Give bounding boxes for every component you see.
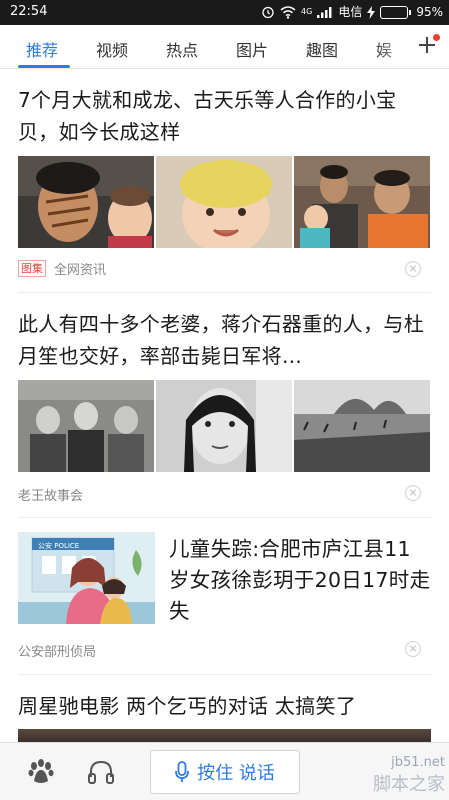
article-headline[interactable]: 儿童失踪:合肥市庐江县11岁女孩徐彭玥于20日17时走失 [169,534,431,627]
article-headline[interactable]: 7个月大就和成龙、古天乐等人合作的小宝贝，如今长成这样 [18,84,431,148]
active-tab-indicator [18,65,70,68]
article-image [18,729,431,742]
feed-divider [18,674,431,675]
baidu-paw-icon[interactable] [26,757,56,787]
gallery-tag: 图集 [18,260,46,277]
article-image: 公安 POLICE [18,532,155,624]
wifi-icon [280,5,296,19]
article-headline[interactable]: 此人有四十多个老婆，蒋介石器重的人，与杜月笙也交好，率部击毙日军将… [18,308,431,372]
watermark: jb51.net 脚本之家 [373,755,445,796]
article-image [18,380,154,472]
feed-item[interactable]: 周星驰电影 两个乞丐的对话 太搞笑了 [18,690,431,722]
article-source: 全网资讯 [54,263,107,278]
article-meta: 老王故事会 [18,485,83,504]
tab-recommend[interactable]: 推荐 [26,37,58,61]
article-image-row [18,380,431,472]
alarm-icon [262,6,274,19]
article-source: 公安部刑侦局 [18,645,97,660]
police-sign-text: 公安 POLICE [38,541,79,550]
push-to-talk-button[interactable]: 按住 说话 [150,750,300,794]
article-meta: 公安部刑侦局 [18,641,96,660]
push-to-talk-label: 按住 说话 [197,763,275,784]
feed-divider [18,292,431,293]
article-image [156,156,292,248]
article-headline[interactable]: 周星驰电影 两个乞丐的对话 太搞笑了 [18,690,431,722]
status-bar: 22:54 4G 电信 95% [0,0,449,25]
dismiss-icon[interactable] [405,261,421,277]
article-image-row [18,156,431,248]
article-image [156,380,292,472]
tab-funny-pics[interactable]: 趣图 [306,37,338,61]
channel-tab-bar: 推荐 视频 热点 图片 趣图 娱 [0,25,449,69]
feed-item[interactable]: 公安 POLICE 儿童失踪:合肥市庐江县11岁女孩徐彭玥于20日17时走失 [18,532,431,632]
article-meta: 图集 全网资讯 [18,259,106,278]
network-type: 4G [301,7,313,16]
add-channel-button[interactable] [413,31,441,61]
notification-dot [433,34,440,41]
article-image [294,380,430,472]
dismiss-icon[interactable] [405,641,421,657]
dismiss-icon[interactable] [405,485,421,501]
feed-item[interactable]: 此人有四十多个老婆，蒋介石器重的人，与杜月笙也交好，率部击毙日军将… [18,308,431,472]
status-icons: 4G 电信 95% [261,3,443,21]
carrier-label: 电信 [338,5,363,19]
microphone-icon [175,761,190,782]
battery-percent: 95% [416,5,443,19]
tab-pictures[interactable]: 图片 [236,37,268,61]
article-source: 老王故事会 [18,489,84,504]
article-image [18,156,154,248]
headphone-icon[interactable] [86,757,116,787]
watermark-site: 脚本之家 [373,774,445,795]
feed-item[interactable]: 7个月大就和成龙、古天乐等人合作的小宝贝，如今长成这样 [18,84,431,248]
article-image [294,156,430,248]
feed-divider [18,517,431,518]
signal-icon [317,7,332,18]
watermark-url: jb51.net [391,755,445,770]
bottom-bar: 按住 说话 jb51.net 脚本之家 [0,742,449,800]
charging-icon [367,5,376,19]
battery-icon [380,5,412,19]
tab-video[interactable]: 视频 [96,37,128,61]
tab-hot[interactable]: 热点 [166,37,198,61]
status-time: 22:54 [10,4,48,19]
